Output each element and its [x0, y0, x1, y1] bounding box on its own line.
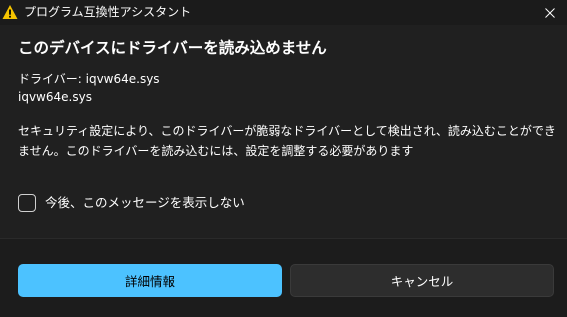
title-bar[interactable]: プログラム互換性アシスタント [0, 0, 567, 25]
window-title: プログラム互換性アシスタント [24, 5, 192, 19]
cancel-button[interactable]: キャンセル [290, 264, 554, 297]
dialog-body: このデバイスにドライバーを読み込めません ドライバー: iqvw64e.sys … [0, 25, 567, 238]
driver-file-name: iqvw64e.sys [18, 90, 92, 104]
dialog-heading: このデバイスにドライバーを読み込めません [18, 39, 327, 57]
message-text: セキュリティ設定により、このドライバーが脆弱なドライバーとして検出され、読み込む… [18, 124, 556, 158]
warning-icon [2, 4, 18, 20]
dont-show-again-option[interactable]: 今後、このメッセージを表示しない [18, 192, 245, 214]
compatibility-dialog: プログラム互換性アシスタント このデバイスにドライバーを読み込めません ドライバ… [0, 0, 567, 317]
dialog-footer: 詳細情報 キャンセル [0, 238, 567, 317]
dont-show-again-checkbox[interactable] [18, 194, 36, 212]
close-button[interactable] [533, 0, 567, 25]
driver-label: ドライバー: iqvw64e.sys [18, 72, 160, 86]
close-icon [545, 3, 555, 22]
details-button[interactable]: 詳細情報 [18, 264, 282, 297]
dont-show-again-label[interactable]: 今後、このメッセージを表示しない [45, 194, 245, 212]
